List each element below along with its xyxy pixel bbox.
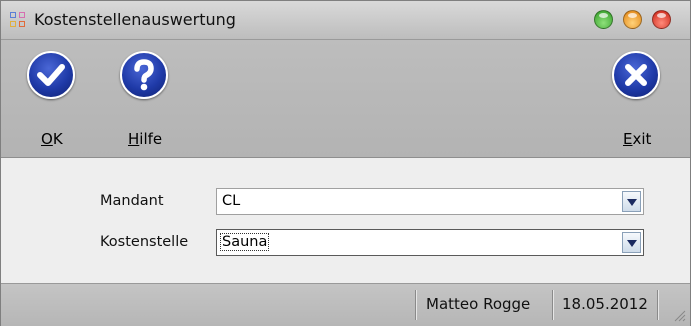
dropdown-arrow-icon[interactable] (622, 191, 641, 212)
form-area: Mandant CL Kostenstelle Sauna (1, 158, 690, 283)
title-bar[interactable]: Kostenstellenauswertung (1, 1, 690, 40)
question-mark-icon (120, 51, 168, 99)
app-window: Kostenstellenauswertung OK Hilfe Exit Ma… (0, 0, 691, 326)
x-close-icon (612, 51, 660, 99)
mandant-value: CL (222, 193, 241, 209)
ok-label: OK (41, 130, 63, 148)
checkmark-icon (27, 51, 75, 99)
kostenstelle-value: Sauna (219, 233, 270, 251)
help-button[interactable]: Hilfe (104, 40, 184, 157)
kostenstelle-select[interactable]: Sauna (216, 229, 644, 256)
mandant-select[interactable]: CL (216, 188, 644, 215)
resize-grip-icon[interactable] (674, 310, 686, 322)
close-window-button[interactable] (652, 10, 671, 29)
exit-label: Exit (623, 130, 652, 148)
status-divider (415, 290, 417, 320)
dropdown-arrow-icon[interactable] (622, 232, 641, 253)
minimize-button[interactable] (623, 10, 642, 29)
app-grid-icon (10, 12, 27, 29)
ok-button[interactable]: OK (11, 40, 91, 157)
mandant-label: Mandant (100, 193, 164, 209)
status-divider (657, 290, 659, 320)
help-label: Hilfe (128, 130, 163, 148)
exit-button[interactable]: Exit (599, 40, 679, 157)
window-title: Kostenstellenauswertung (34, 10, 236, 29)
status-bar: Matteo Rogge 18.05.2012 (1, 283, 690, 326)
toolbar: OK Hilfe Exit (1, 40, 690, 158)
status-user: Matteo Rogge (426, 295, 531, 313)
status-date: 18.05.2012 (562, 295, 648, 313)
status-divider (552, 290, 554, 320)
maximize-button[interactable] (594, 10, 613, 29)
kostenstelle-label: Kostenstelle (100, 234, 189, 250)
